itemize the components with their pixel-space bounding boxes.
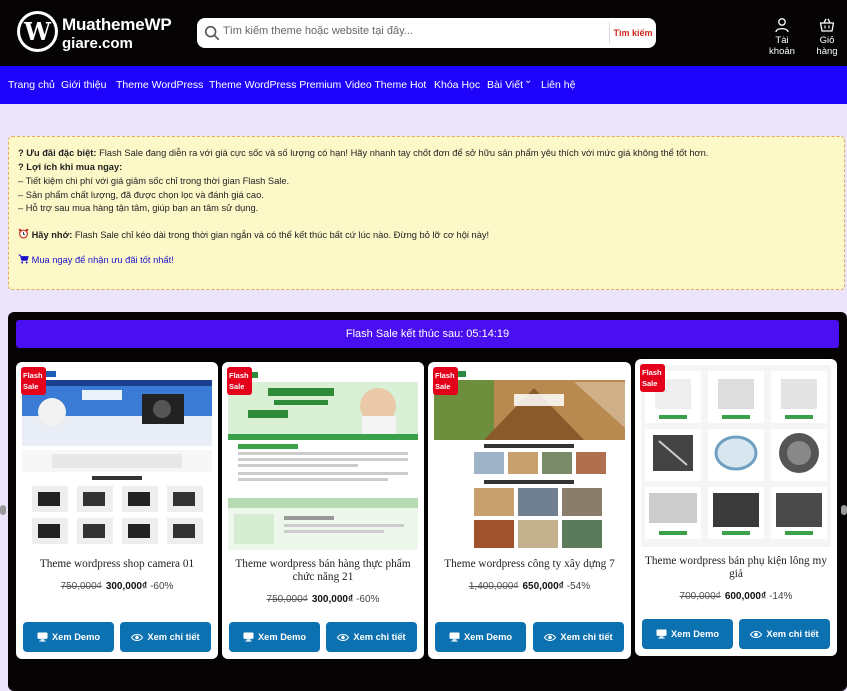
monitor-icon [37,632,48,642]
product-image [22,368,212,550]
sale-price: 650,000₫ [522,581,564,592]
view-demo-button[interactable]: Xem Demo [642,619,733,649]
nav-item-home[interactable]: Trang chủ [8,79,55,91]
eye-icon [544,633,557,641]
product-thumbnail[interactable] [228,368,418,550]
wordpress-logo-icon: W [17,11,58,52]
old-price: 750,000₫ [266,594,308,605]
view-demo-button[interactable]: Xem Demo [229,622,320,652]
main-nav: Trang chủ Giới thiệu Theme WordPress The… [0,66,847,104]
product-thumbnail[interactable] [22,368,212,550]
view-detail-button[interactable]: Xem chi tiết [120,622,211,652]
nav-item-contact[interactable]: Liên hệ [541,79,575,91]
view-demo-button[interactable]: Xem Demo [435,622,526,652]
product-card: Flash Sale Theme wordpress bán hàng thực… [222,362,424,659]
discount-percent: -14% [769,591,793,602]
cart-label: Giỏ hàng [816,35,838,57]
product-price: 700,000₫ 600,000₫ -14% [635,591,837,602]
cart-icon [18,254,29,264]
product-thumbnail[interactable] [434,368,625,550]
product-title[interactable]: Theme wordpress bán hàng thực phẩm chức … [232,558,414,584]
user-icon [775,18,789,33]
flash-sale-countdown: Flash Sale kết thúc sau: 05:14:19 [16,320,839,348]
product-price: 750,000₫ 300,000₫ -60% [16,581,218,592]
nav-item-courses[interactable]: Khóa Học [434,79,480,91]
view-demo-button[interactable]: Xem Demo [23,622,114,652]
nav-item-video-theme[interactable]: Video Theme Hot [345,79,426,91]
product-title[interactable]: Theme wordpress shop camera 01 [26,558,208,571]
nav-item-posts[interactable]: Bài Viết [487,79,523,91]
view-detail-button[interactable]: Xem chi tiết [533,622,624,652]
view-detail-button[interactable]: Xem chi tiết [326,622,417,652]
flash-sale-badge: Flash Sale [640,364,665,392]
eye-icon [750,630,763,638]
alarm-clock-icon [18,228,29,239]
product-thumbnail[interactable] [641,365,831,547]
monitor-icon [449,632,460,642]
account-label: Tài khoản [769,35,795,57]
old-price: 1,400,000₫ [468,581,519,592]
basket-icon [819,18,835,32]
monitor-icon [656,629,667,639]
product-title[interactable]: Theme wordpress công ty xây dựng 7 [438,558,621,571]
logo-text-line2: giare.com [62,35,133,52]
monitor-icon [243,632,254,642]
nav-item-about[interactable]: Giới thiệu [61,79,106,91]
sale-price: 300,000₫ [311,594,354,605]
product-card: Flash Sale Theme wordpress công ty xây d… [428,362,631,659]
product-image [641,365,831,547]
search-bar: Tìm kiếm [197,18,656,48]
carousel-next-arrow[interactable] [841,505,847,515]
flash-sale-badge: Flash Sale [433,367,458,395]
account-link[interactable]: Tài khoản [762,17,802,57]
notice-benefit-3: – Hỗ trợ sau mua hàng tận tâm, giúp bạn … [18,203,259,213]
notice-offer-line: ? Ưu đãi đặc biệt: Flash Sale đang diễn … [18,148,709,158]
promo-notice: ? Ưu đãi đặc biệt: Flash Sale đang diễn … [8,136,845,290]
cart-link[interactable]: Giỏ hàng [808,17,846,57]
notice-benefit-title: ? Lợi ích khi mua ngay: [18,162,123,172]
chevron-down-icon[interactable]: ⌄ [524,75,532,86]
flash-sale-badge: Flash Sale [21,367,46,395]
eye-icon [131,633,144,641]
product-price: 1,400,000₫ 650,000₫ -54% [428,581,631,592]
old-price: 750,000₫ [60,581,102,592]
product-image [228,368,418,550]
old-price: 700,000₫ [679,591,721,602]
view-detail-button[interactable]: Xem chi tiết [739,619,830,649]
sale-price: 600,000₫ [724,591,767,602]
search-button[interactable]: Tìm kiếm [609,22,656,44]
product-price: 750,000₫ 300,000₫ -60% [222,594,424,605]
search-icon [204,25,220,41]
nav-item-theme-premium[interactable]: Theme WordPress Premium [209,79,341,91]
product-image [434,368,625,550]
site-logo[interactable]: W MuathemeWP giare.com [17,11,187,55]
notice-benefit-2: – Sản phẩm chất lượng, đã được chọn lọc … [18,190,264,200]
discount-percent: -60% [356,594,380,605]
notice-cta-link[interactable]: Mua ngay để nhận ưu đãi tốt nhất! [18,254,174,265]
nav-item-theme-wordpress[interactable]: Theme WordPress [116,79,203,91]
product-card: Flash Sale Theme wordpress shop camera 0… [16,362,218,659]
product-title[interactable]: Theme wordpress bán phụ kiện lông my giả [645,555,827,581]
site-header: W MuathemeWP giare.com Tìm kiếm Tài khoả… [0,0,847,66]
product-card: Flash Sale Theme wordpress bán phụ kiện … [635,359,837,656]
flash-sale-badge: Flash Sale [227,367,252,395]
search-input[interactable] [223,25,603,37]
flash-sale-section: Flash Sale kết thúc sau: 05:14:19 Flash … [8,312,847,691]
carousel-prev-arrow[interactable] [0,505,6,515]
sale-price: 300,000₫ [105,581,148,592]
notice-benefit-1: – Tiết kiệm chi phí với giá giảm sốc chỉ… [18,176,290,186]
logo-text-line1: MuathemeWP [62,15,172,34]
discount-percent: -60% [150,581,174,592]
notice-reminder: Hãy nhớ: Flash Sale chỉ kéo dài trong th… [18,228,489,240]
discount-percent: -54% [566,581,591,592]
eye-icon [337,633,350,641]
